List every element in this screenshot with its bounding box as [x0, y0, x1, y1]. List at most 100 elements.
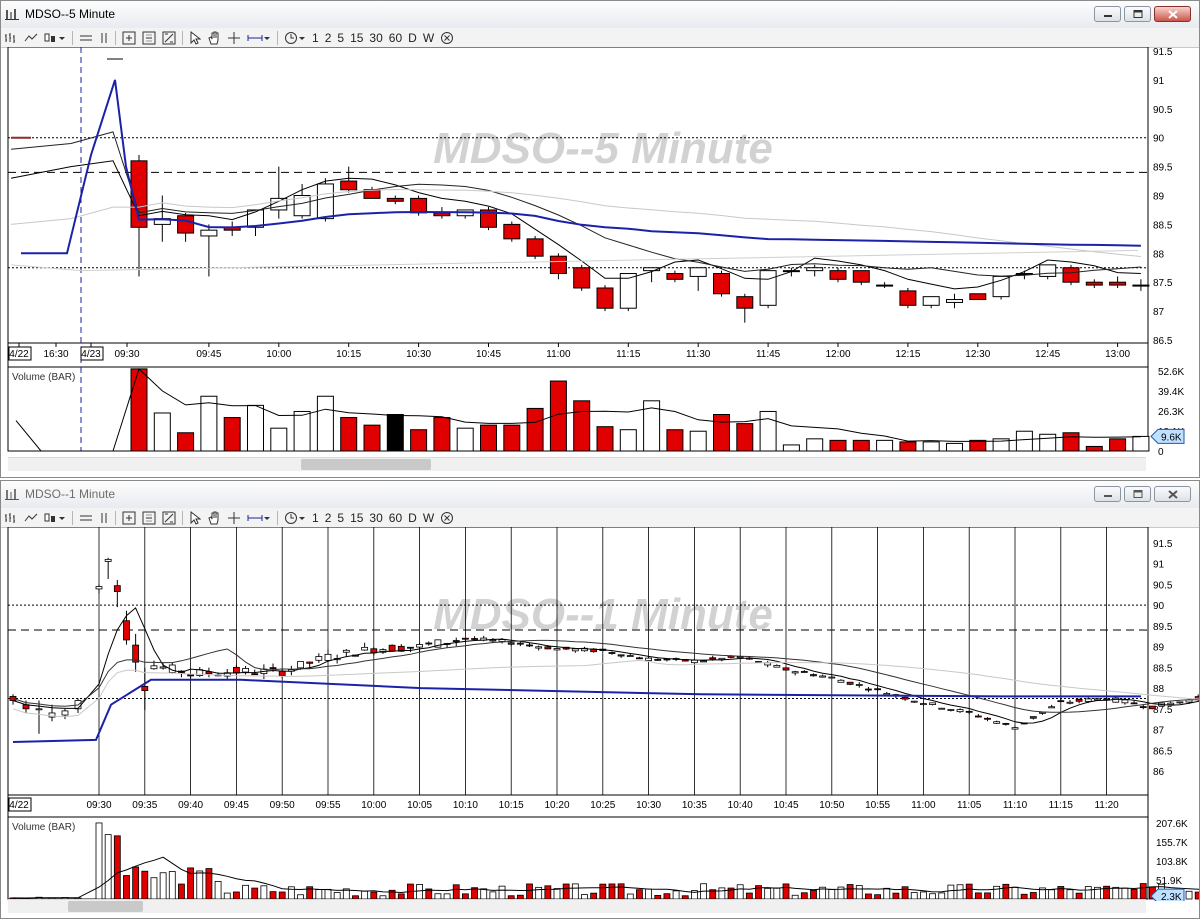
- interval-2-button[interactable]: 2: [322, 511, 335, 525]
- hand-pan-icon[interactable]: [205, 29, 223, 46]
- price-candle[interactable]: [95, 586, 103, 590]
- price-candle[interactable]: [736, 656, 744, 659]
- price-candle[interactable]: [526, 238, 544, 257]
- volume-bar[interactable]: [363, 424, 381, 452]
- volume-bar[interactable]: [619, 429, 637, 452]
- maximize-button[interactable]: [1124, 486, 1151, 502]
- volume-bar[interactable]: [316, 395, 334, 452]
- price-candle[interactable]: [910, 700, 918, 703]
- price-candle[interactable]: [1039, 264, 1057, 277]
- price-candle[interactable]: [1084, 698, 1092, 702]
- volume-bar[interactable]: [287, 886, 295, 900]
- price-candle[interactable]: [645, 657, 652, 662]
- price-candle[interactable]: [965, 710, 973, 713]
- price-candle[interactable]: [876, 284, 894, 287]
- price-candle[interactable]: [386, 197, 404, 202]
- price-candle[interactable]: [946, 299, 963, 303]
- chart-area-5min[interactable]: MDSO--5 Minute 91.5 91 90.5 90 89.5 89 88.5 88 87…: [1, 47, 1199, 455]
- price-candle[interactable]: [626, 655, 634, 657]
- volume-bar[interactable]: [113, 835, 121, 900]
- volume-bar[interactable]: [480, 424, 497, 452]
- chart-canvas-5min[interactable]: MDSO--5 Minute 91.5 91 90.5 90 89.5 89 88.5 88 87…: [1, 47, 1199, 455]
- volume-bar[interactable]: [562, 883, 570, 900]
- price-candle[interactable]: [1048, 706, 1056, 709]
- price-candle[interactable]: [407, 646, 414, 649]
- volume-bar[interactable]: [922, 441, 940, 452]
- price-candle[interactable]: [759, 270, 777, 306]
- price-candle[interactable]: [251, 673, 259, 676]
- volume-bar[interactable]: [526, 883, 533, 900]
- hand-pan-icon[interactable]: [205, 509, 223, 526]
- price-candle[interactable]: [113, 585, 121, 592]
- volume-bar[interactable]: [553, 888, 561, 900]
- volume-bar[interactable]: [782, 883, 790, 900]
- volume-bar[interactable]: [498, 885, 506, 900]
- volume-bar[interactable]: [104, 834, 112, 900]
- volume-bar[interactable]: [232, 891, 240, 900]
- volume-bar[interactable]: [1109, 438, 1127, 452]
- window-titlebar[interactable]: MDSO--5 Minute: [1, 1, 1199, 29]
- volume-bar[interactable]: [324, 888, 332, 900]
- price-candle[interactable]: [549, 255, 567, 275]
- price-candle[interactable]: [1039, 711, 1046, 714]
- price-candle[interactable]: [361, 646, 369, 651]
- minimize-button[interactable]: [1094, 486, 1121, 502]
- volume-bar[interactable]: [315, 889, 323, 900]
- price-candle[interactable]: [689, 267, 707, 277]
- volume-bar[interactable]: [130, 368, 148, 452]
- volume-bar[interactable]: [829, 439, 847, 452]
- volume-bar[interactable]: [386, 413, 404, 452]
- price-candle[interactable]: [388, 644, 396, 652]
- price-candle[interactable]: [498, 639, 506, 642]
- price-candle[interactable]: [1062, 267, 1080, 283]
- volume-bar[interactable]: [251, 887, 259, 900]
- cancel-circle-icon[interactable]: [438, 29, 456, 46]
- volume-bar[interactable]: [416, 883, 424, 900]
- volume-bar[interactable]: [196, 870, 204, 900]
- price-candle[interactable]: [969, 293, 987, 301]
- price-candle[interactable]: [1075, 699, 1083, 702]
- zoom-in-icon[interactable]: [120, 509, 138, 526]
- price-candle[interactable]: [837, 679, 845, 683]
- price-candle[interactable]: [901, 696, 909, 700]
- interval-15-button[interactable]: 15: [347, 511, 366, 525]
- volume-bar[interactable]: [1015, 430, 1033, 452]
- bar-chart-style-icon[interactable]: [2, 509, 20, 526]
- volume-bar[interactable]: [1048, 889, 1056, 900]
- price-candle[interactable]: [297, 661, 304, 669]
- volume-bar[interactable]: [278, 891, 286, 900]
- price-candle[interactable]: [200, 229, 218, 237]
- pause-icon[interactable]: [97, 29, 111, 46]
- volume-bar[interactable]: [168, 871, 176, 900]
- price-candle[interactable]: [141, 685, 149, 691]
- price-candle[interactable]: [691, 659, 698, 664]
- volume-bar[interactable]: [571, 883, 579, 900]
- volume-bar[interactable]: [773, 887, 781, 900]
- volume-bar[interactable]: [947, 884, 955, 900]
- volume-bar[interactable]: [596, 426, 614, 452]
- price-candle[interactable]: [324, 653, 332, 661]
- volume-bar[interactable]: [480, 888, 488, 900]
- volume-bar[interactable]: [150, 877, 158, 900]
- volume-bar[interactable]: [153, 412, 171, 452]
- volume-bar[interactable]: [1085, 445, 1103, 452]
- volume-bar[interactable]: [759, 410, 777, 452]
- price-candle[interactable]: [1057, 700, 1065, 703]
- price-candle[interactable]: [852, 270, 870, 283]
- scrollbar-thumb[interactable]: [68, 901, 143, 912]
- bar-chart-style-icon[interactable]: [2, 29, 20, 46]
- measure-tool-icon[interactable]: [245, 509, 273, 526]
- volume-bar[interactable]: [1185, 890, 1193, 900]
- price-candle[interactable]: [471, 638, 478, 640]
- price-candle[interactable]: [846, 681, 854, 685]
- price-candle[interactable]: [992, 275, 1010, 298]
- volume-bar[interactable]: [855, 885, 863, 900]
- price-candle[interactable]: [773, 665, 781, 668]
- interval-30-button[interactable]: 30: [366, 31, 385, 45]
- price-candle[interactable]: [938, 707, 946, 710]
- volume-bar[interactable]: [159, 872, 167, 900]
- volume-bar[interactable]: [200, 395, 218, 452]
- price-candle[interactable]: [654, 658, 662, 661]
- volume-bar[interactable]: [617, 883, 625, 900]
- price-candle[interactable]: [828, 676, 836, 679]
